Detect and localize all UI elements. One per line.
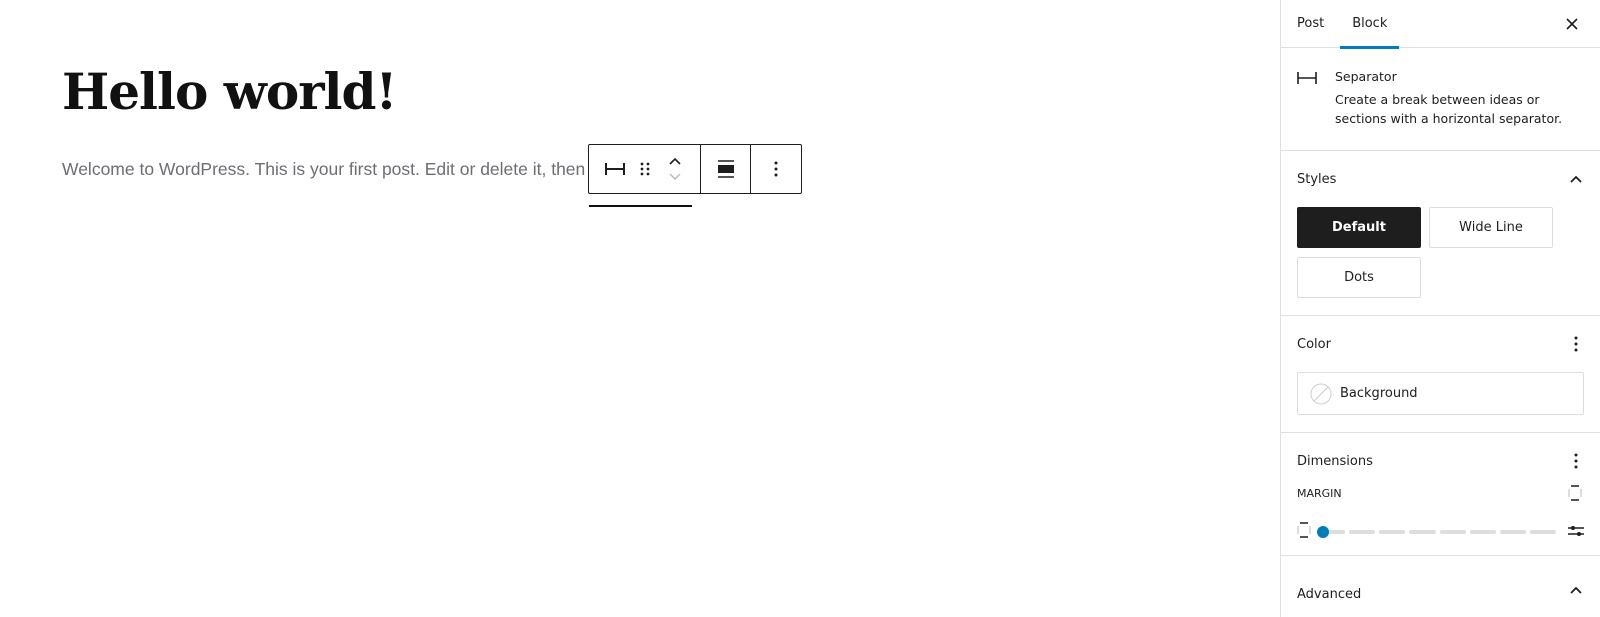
toolbar-group-options	[751, 145, 801, 193]
style-options: Default Wide Line Dots	[1297, 207, 1584, 315]
more-vertical-icon	[1574, 453, 1578, 469]
sides-vertical-icon	[1297, 522, 1311, 542]
slider-step-mark	[1379, 530, 1406, 534]
margin-sides-button[interactable]	[1568, 485, 1584, 501]
align-wide-icon	[717, 160, 734, 178]
styles-panel: Styles Default Wide Line Dots	[1281, 151, 1600, 316]
background-color-button[interactable]: Background	[1297, 372, 1584, 415]
slider-step-mark	[1439, 530, 1466, 534]
empty-swatch-icon	[1310, 383, 1332, 405]
color-panel-header: Color	[1297, 316, 1584, 372]
more-vertical-icon	[774, 161, 778, 177]
sidebar-tabs: Post Block	[1281, 0, 1600, 49]
toolbar-group-align	[701, 145, 751, 193]
block-card: Separator Create a break between ideas o…	[1281, 48, 1600, 151]
drag-handle-button[interactable]	[633, 145, 657, 193]
advanced-panel-title: Advanced	[1297, 587, 1362, 602]
custom-value-button[interactable]	[1568, 523, 1584, 542]
close-sidebar-button[interactable]	[1560, 12, 1584, 36]
slider-step-mark	[1349, 530, 1376, 534]
tab-post[interactable]: Post	[1281, 0, 1340, 48]
close-icon	[1566, 18, 1578, 30]
margin-label: MARGIN	[1297, 486, 1342, 500]
settings-sidebar: Post Block Separator Create a break betw…	[1280, 0, 1600, 617]
align-button[interactable]	[702, 145, 750, 193]
styles-panel-header[interactable]: Styles	[1297, 151, 1584, 207]
slider-step-mark	[1409, 530, 1436, 534]
slider-step-mark	[1469, 530, 1496, 534]
sides-vertical-icon	[1568, 485, 1582, 501]
move-up-button[interactable]	[668, 153, 682, 169]
style-default-button[interactable]: Default	[1297, 207, 1421, 248]
color-options-button[interactable]	[1564, 332, 1588, 356]
chevron-up-icon	[669, 157, 681, 165]
block-toolbar	[588, 144, 802, 194]
dimensions-panel-title: Dimensions	[1297, 453, 1373, 469]
separator-icon	[1297, 64, 1321, 134]
dimensions-panel: Dimensions MARGIN	[1281, 433, 1600, 556]
style-wide-line-button[interactable]: Wide Line	[1429, 207, 1553, 248]
background-label: Background	[1340, 386, 1418, 401]
chevron-down-icon	[669, 173, 681, 180]
advanced-panel-header[interactable]: Advanced	[1297, 556, 1584, 608]
move-down-button[interactable]	[668, 169, 682, 185]
separator-block[interactable]	[589, 205, 692, 207]
separator-icon	[605, 163, 625, 175]
styles-panel-title: Styles	[1297, 171, 1337, 187]
margin-slider-row	[1297, 515, 1584, 555]
dimensions-panel-header: Dimensions	[1297, 433, 1584, 489]
block-card-description: Create a break between ideas or sections…	[1335, 92, 1563, 126]
editor-canvas: Hello world! Welcome to WordPress. This …	[0, 0, 1280, 617]
toolbar-group-block	[589, 145, 701, 193]
drag-handle-icon	[640, 162, 650, 176]
style-dots-button[interactable]: Dots	[1297, 257, 1421, 298]
post-title[interactable]: Hello world!	[62, 62, 397, 122]
block-card-title: Separator	[1335, 69, 1397, 84]
dimensions-options-button[interactable]	[1564, 449, 1588, 473]
settings-sliders-icon	[1568, 525, 1584, 536]
color-panel-title: Color	[1297, 336, 1331, 352]
slider-thumb[interactable]	[1317, 526, 1329, 538]
margin-control-header: MARGIN	[1297, 483, 1584, 503]
tab-block[interactable]: Block	[1340, 0, 1400, 49]
block-mover	[663, 145, 687, 193]
slider-step-mark	[1529, 530, 1556, 534]
chevron-up-icon[interactable]	[1564, 578, 1588, 602]
more-vertical-icon	[1574, 336, 1578, 352]
post-paragraph[interactable]: Welcome to WordPress. This is your first…	[62, 158, 588, 180]
margin-slider[interactable]	[1317, 526, 1556, 538]
block-options-button[interactable]	[752, 145, 800, 193]
slider-step-mark	[1499, 530, 1526, 534]
color-panel: Color Background	[1281, 316, 1600, 433]
chevron-up-icon[interactable]	[1564, 167, 1588, 191]
advanced-panel: Advanced	[1281, 556, 1600, 608]
block-type-button[interactable]	[597, 145, 633, 193]
